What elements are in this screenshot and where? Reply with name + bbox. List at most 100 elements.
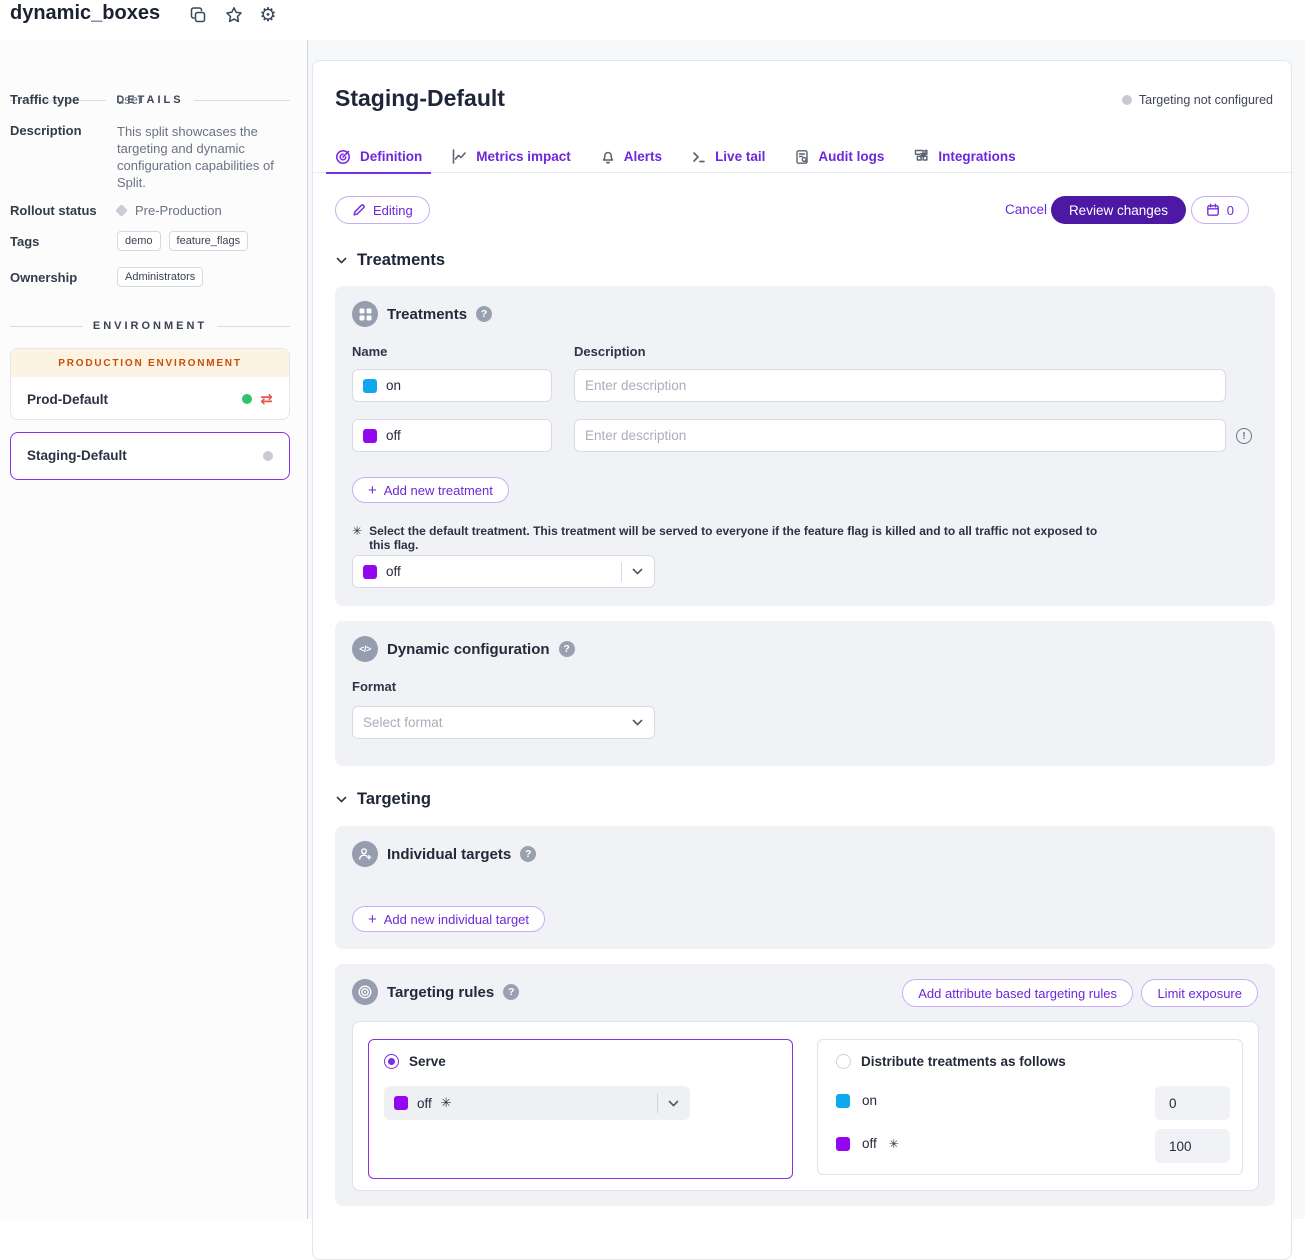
chevron-down-icon (631, 565, 644, 578)
tag-chip[interactable]: demo (117, 231, 161, 251)
info-icon[interactable]: ! (1236, 428, 1252, 444)
review-changes-button[interactable]: Review changes (1051, 196, 1186, 224)
ownership-list: Administrators (117, 267, 211, 287)
distribute-option-panel: Distribute treatments as follows on off … (817, 1039, 1243, 1175)
targeting-section-toggle[interactable]: Targeting (335, 790, 431, 809)
dynamic-configuration-card: </> Dynamic configuration ? Format Selec… (335, 621, 1275, 766)
treatment-color-swatch (836, 1137, 850, 1151)
add-individual-target-button[interactable]: + Add new individual target (352, 906, 545, 932)
code-icon: </> (352, 636, 378, 662)
targeting-rules-help-icon[interactable]: ? (503, 984, 519, 1000)
tab-metrics-impact[interactable]: Metrics impact (451, 141, 571, 172)
treatments-section-toggle[interactable]: Treatments (335, 251, 445, 270)
puzzle-icon (913, 148, 930, 165)
distribution-percent-input-off[interactable] (1155, 1129, 1230, 1163)
plus-icon: + (368, 483, 377, 498)
default-asterisk-icon: ✳ (889, 1137, 899, 1151)
treatment-description-field (574, 369, 1226, 402)
production-environment-banner: PRODUCTION ENVIRONMENT (11, 349, 289, 377)
individual-targets-help-icon[interactable]: ? (520, 846, 536, 862)
add-new-treatment-button[interactable]: + Add new treatment (352, 477, 509, 503)
description-column-header: Description (574, 344, 646, 359)
serve-radio[interactable] (384, 1054, 399, 1069)
individual-targets-title: Individual targets (387, 846, 511, 863)
rule-container: Serve off ✳ Distribute treatments as fol… (352, 1021, 1259, 1191)
tab-integrations[interactable]: Integrations (913, 141, 1015, 172)
dynamic-configuration-help-icon[interactable]: ? (559, 641, 575, 657)
format-select[interactable]: Select format (352, 706, 655, 739)
traffic-type-label: Traffic type (10, 92, 79, 107)
environment-name: Staging-Default (27, 448, 127, 463)
line-chart-icon (451, 148, 468, 165)
tab-definition[interactable]: Definition (335, 141, 422, 172)
status-dot-icon (1122, 95, 1132, 105)
cancel-button[interactable]: Cancel (1005, 202, 1047, 217)
audit-log-icon (794, 149, 810, 165)
targeting-rules-card: Targeting rules ? Add attribute based ta… (335, 964, 1275, 1206)
tab-audit-logs[interactable]: Audit logs (794, 141, 884, 172)
copy-icon[interactable] (188, 5, 208, 25)
plus-icon: + (368, 912, 377, 927)
calendar-icon (1206, 203, 1220, 217)
add-attribute-rules-button[interactable]: Add attribute based targeting rules (902, 979, 1133, 1007)
terminal-icon (691, 149, 707, 165)
treatment-description-input[interactable] (585, 378, 1215, 393)
swap-arrows-icon[interactable]: ⇄ (260, 390, 273, 408)
tabs-divider (313, 172, 1291, 173)
default-treatment-select[interactable]: off (352, 555, 655, 588)
treatment-name-input[interactable]: off (352, 419, 552, 452)
tab-alerts[interactable]: Alerts (600, 141, 662, 172)
distribution-row: off ✳ (836, 1136, 899, 1151)
ownership-label: Ownership (10, 270, 77, 285)
chevron-down-icon (667, 1097, 680, 1110)
distribution-percent-input-on[interactable] (1155, 1086, 1230, 1120)
serve-treatment-select[interactable]: off ✳ (384, 1086, 690, 1120)
format-label: Format (352, 679, 396, 694)
treatment-description-input[interactable] (585, 428, 1215, 443)
dynamic-configuration-title: Dynamic configuration (387, 641, 550, 658)
treatment-name-input[interactable]: on (352, 369, 552, 402)
treatment-color-swatch (394, 1096, 408, 1110)
scheduled-changes-button[interactable]: 0 (1191, 196, 1249, 224)
description-value: This split showcases the targeting and d… (117, 123, 289, 191)
select-divider (657, 1093, 658, 1113)
targeting-rules-title: Targeting rules (387, 984, 494, 1001)
serve-label: Serve (409, 1054, 446, 1069)
environment-item-prod-default[interactable]: PRODUCTION ENVIRONMENT Prod-Default ⇄ (10, 348, 290, 420)
environment-heading: ENVIRONMENT (10, 320, 290, 332)
tags-label: Tags (10, 234, 39, 249)
treatments-grid-icon (352, 301, 378, 327)
distribute-radio[interactable] (836, 1054, 851, 1069)
page-title: dynamic_boxes (10, 2, 160, 25)
traffic-type-value: user (117, 92, 142, 107)
rollout-status-label: Rollout status (10, 203, 97, 218)
chevron-down-icon (631, 716, 644, 729)
rollout-diamond-icon (115, 204, 128, 217)
treatments-help-icon[interactable]: ? (476, 306, 492, 322)
environment-inactive-dot (263, 451, 273, 461)
bell-icon (600, 149, 616, 165)
distribute-label: Distribute treatments as follows (861, 1054, 1066, 1069)
treatment-color-swatch (363, 379, 377, 393)
distribution-row: on (836, 1093, 877, 1108)
star-icon[interactable] (224, 5, 244, 25)
limit-exposure-button[interactable]: Limit exposure (1141, 979, 1258, 1007)
tags-list: demo feature_flags (117, 231, 256, 251)
environment-name: Prod-Default (27, 392, 108, 407)
default-treatment-note: ✳ Select the default treatment. This tre… (352, 524, 1112, 552)
treatment-color-swatch (363, 429, 377, 443)
environment-definition-panel: Staging-Default Targeting not configured… (312, 60, 1292, 1260)
name-column-header: Name (352, 344, 387, 359)
gear-icon[interactable]: ⚙ (258, 5, 278, 25)
select-divider (621, 562, 622, 582)
serve-option-panel: Serve off ✳ (368, 1039, 793, 1179)
tag-chip[interactable]: feature_flags (169, 231, 249, 251)
target-icon (352, 979, 378, 1005)
owner-chip[interactable]: Administrators (117, 267, 203, 287)
pencil-icon (352, 203, 366, 217)
tab-live-tail[interactable]: Live tail (691, 141, 765, 172)
default-asterisk-icon: ✳ (441, 1096, 452, 1111)
environment-item-staging-default[interactable]: Staging-Default (10, 432, 290, 480)
treatment-color-swatch (363, 565, 377, 579)
treatments-card-title: Treatments (387, 306, 467, 323)
